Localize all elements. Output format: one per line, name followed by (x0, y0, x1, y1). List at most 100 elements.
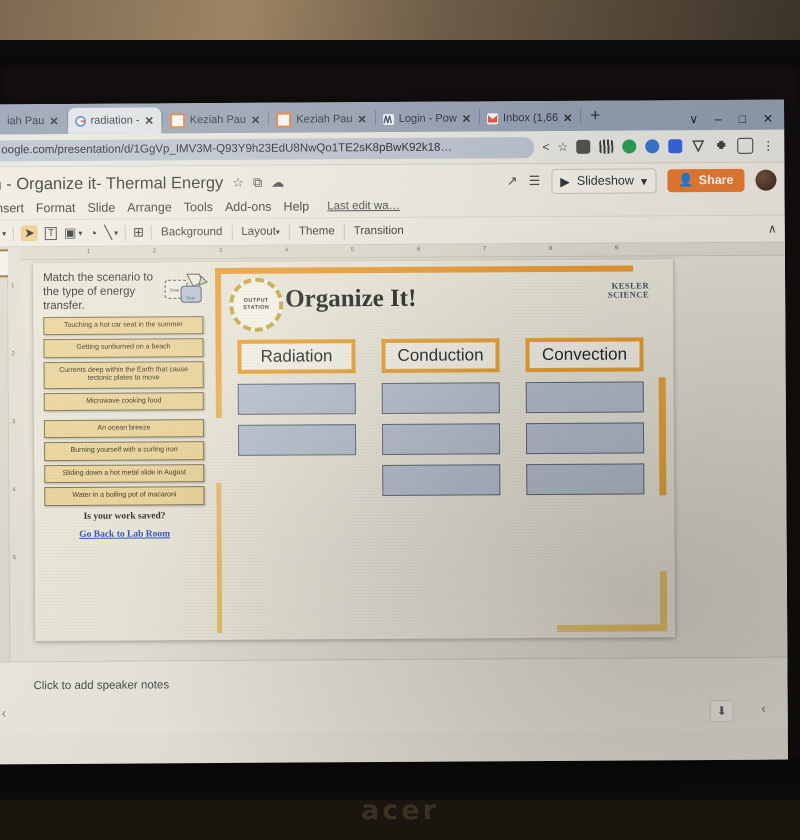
collapse-toolbar-icon[interactable]: ∧ (768, 222, 777, 236)
shape-icon[interactable]: ◔ (89, 225, 97, 240)
drop-zone[interactable] (238, 424, 356, 456)
tab-close-icon[interactable]: ✕ (251, 113, 260, 126)
address-bar[interactable]: oogle.com/presentation/d/1GgVp_IMV3M-Q93… (0, 137, 535, 161)
star-icon[interactable]: ☆ (557, 140, 568, 154)
puzzle-extension-icon[interactable] (714, 139, 728, 153)
layout-button[interactable]: Layout▾ (239, 226, 282, 238)
tab-close-icon[interactable]: ✕ (145, 114, 154, 127)
maximize-button[interactable]: □ (739, 112, 746, 126)
theme-button[interactable]: Theme (297, 225, 337, 237)
menu-item-addons[interactable]: Add-ons (225, 200, 272, 214)
drop-zone[interactable] (382, 423, 500, 455)
previous-slide-icon[interactable]: ‹ (2, 705, 6, 720)
scenario-card[interactable]: Burning yourself with a curling iron (44, 442, 204, 461)
vruler-tick-3: 3 (12, 419, 15, 425)
close-window-button[interactable]: ✕ (763, 112, 773, 126)
comment-icon[interactable]: ☰ (529, 173, 541, 189)
chevron-down-icon[interactable]: ▾ (78, 228, 82, 237)
activity-dashboard-icon[interactable]: ↗ (507, 173, 518, 189)
new-tab-button[interactable]: + (581, 106, 609, 126)
google-icon (75, 115, 86, 126)
scenario-card[interactable]: Currents deep within the Earth that caus… (44, 361, 204, 389)
scenario-card[interactable]: Getting sunburned on a beach (43, 339, 203, 358)
menu-item-arrange[interactable]: Arrange (127, 200, 172, 214)
browser-tab[interactable]: Login - Pow ✕ (376, 105, 478, 132)
star-icon[interactable]: ☆ (232, 175, 244, 191)
scenario-card[interactable]: Water in a boiling pot of macaroni (44, 486, 204, 505)
drag-and-drop-icon: Drag Drop (163, 272, 209, 312)
add-comment-icon[interactable]: ⊞ (133, 224, 144, 240)
lab-room-link[interactable]: Go Back to Lab Room (45, 529, 205, 540)
menu-item-format[interactable]: Format (36, 201, 76, 215)
menu-item-tools[interactable]: Tools (184, 200, 213, 214)
text-box-icon[interactable]: T (45, 227, 57, 240)
move-to-folder-icon[interactable]: ⧉ (253, 175, 262, 191)
background-button[interactable]: Background (159, 226, 224, 238)
slides-icon (170, 113, 185, 128)
slides-icon (276, 112, 291, 127)
browser-tab[interactable]: Inbox (1,66 ✕ (480, 105, 579, 132)
camera-extension-icon[interactable] (576, 140, 590, 154)
scenario-card[interactable]: Touching a hot car seat in the summer (43, 316, 203, 335)
explore-button[interactable]: ⬇ (710, 700, 734, 722)
drop-zone[interactable] (526, 422, 644, 454)
device-brand-logo: acer (0, 780, 800, 840)
drop-zone[interactable] (238, 383, 356, 415)
tab-label: Inbox (1,66 (503, 112, 558, 124)
square-extension-icon[interactable] (737, 138, 753, 154)
zoom-icon[interactable]: ⌕ ▾ (0, 225, 6, 241)
tab-label: iah Pau (7, 115, 44, 127)
browser-tab-active[interactable]: radiation - ✕ (68, 107, 161, 134)
menu-item-slide[interactable]: Slide (87, 201, 115, 215)
shield-extension-icon[interactable] (691, 139, 705, 153)
drop-zone[interactable] (526, 381, 644, 413)
category-column-radiation: Radiation (237, 339, 356, 497)
green-circle-extension-icon[interactable] (622, 139, 636, 153)
qr-extension-icon[interactable] (599, 140, 613, 154)
kebab-menu-icon[interactable]: ⋮ (762, 139, 774, 153)
scenario-card[interactable]: Sliding down a hot metal slide in August (44, 464, 204, 483)
scenario-card[interactable]: Microwave cooking food (44, 392, 204, 411)
share-icon[interactable]: < (542, 140, 549, 154)
svg-text:Drag: Drag (170, 287, 179, 292)
menu-item-insert[interactable]: Insert (0, 201, 24, 215)
slide-canvas[interactable]: Match the scenario to the type of energy… (33, 259, 675, 641)
hruler-tick-2: 2 (153, 248, 156, 254)
url-text: oogle.com/presentation/d/1GgVp_IMV3M-Q93… (1, 142, 452, 157)
tab-close-icon[interactable]: ✕ (563, 111, 572, 124)
chevron-down-icon[interactable]: ▾ (114, 228, 118, 237)
tab-search-icon[interactable]: ∨ (689, 112, 698, 126)
scenario-card[interactable]: An ocean breeze (44, 419, 204, 438)
slideshow-button[interactable]: ▶ Slideshow ▾ (551, 168, 656, 194)
hruler-tick-7: 7 (483, 246, 486, 252)
insert-image-icon[interactable]: ▣ ▾ (64, 225, 82, 241)
tab-label: Keziah Pau (296, 113, 352, 125)
last-edit-label[interactable]: Last edit wa… (327, 200, 400, 212)
drop-zone[interactable] (526, 463, 644, 495)
toolbar-separator (13, 226, 14, 241)
menu-item-help[interactable]: Help (283, 199, 309, 213)
share-button[interactable]: 👤 Share (667, 168, 744, 191)
next-slide-icon[interactable]: ‹ (761, 701, 765, 716)
drop-zone[interactable] (382, 382, 500, 414)
chevron-down-icon[interactable]: ▾ (641, 173, 647, 188)
tab-close-icon[interactable]: ✕ (49, 114, 58, 127)
tab-close-icon[interactable]: ✕ (462, 112, 471, 125)
blue-circle-extension-icon[interactable] (645, 139, 659, 153)
blue-square-extension-icon[interactable] (668, 139, 682, 153)
browser-tab[interactable]: Keziah Pau ✕ (269, 106, 374, 133)
slides-workspace: 1 2 3 4 5 1 2 3 4 5 6 (0, 243, 787, 662)
tab-close-icon[interactable]: ✕ (357, 113, 366, 126)
speaker-notes-panel[interactable]: Click to add speaker notes ‹ ⬇ ‹ (0, 657, 788, 735)
chevron-down-icon[interactable]: ▾ (2, 229, 6, 238)
transition-button[interactable]: Transition (352, 225, 406, 237)
minimize-button[interactable]: – (715, 112, 722, 126)
browser-tab[interactable]: iah Pau ✕ (0, 108, 66, 134)
select-cursor-icon[interactable]: ➤ (21, 225, 38, 241)
browser-tab[interactable]: Keziah Pau ✕ (163, 107, 268, 134)
avatar[interactable] (755, 169, 776, 190)
drop-zone[interactable] (382, 464, 500, 496)
page-title[interactable]: n - Organize it- Thermal Energy (0, 173, 223, 193)
tab-label: radiation - (91, 114, 140, 126)
line-icon[interactable]: ╲ ▾ (104, 225, 118, 241)
